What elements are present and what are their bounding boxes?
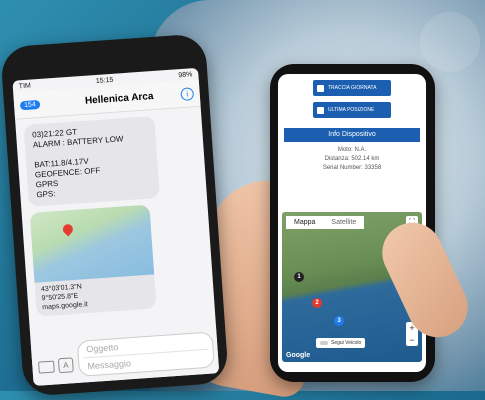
info-moto: Moto: N.A. bbox=[337, 147, 367, 153]
camera-icon[interactable] bbox=[38, 360, 55, 374]
location-card[interactable]: 43°03'01.3"N 9°50'25.8"E maps.google.it bbox=[29, 204, 157, 317]
clock: 15:15 bbox=[95, 76, 114, 85]
messages-screen: TIM 15:15 98% 154 Hellenica Arca i 03)21… bbox=[12, 67, 220, 387]
track-day-button[interactable]: TRACCIA GIORNATA bbox=[313, 80, 391, 96]
google-logo: Google bbox=[286, 352, 311, 359]
compose-box[interactable]: Oggetto Messaggio bbox=[76, 331, 215, 377]
map-marker-2[interactable]: 2 bbox=[312, 298, 322, 308]
composer: A Oggetto Messaggio bbox=[30, 329, 220, 387]
last-position-button[interactable]: ULTIMA POSIZIONE bbox=[313, 102, 391, 118]
battery: 98% bbox=[178, 70, 193, 79]
map-marker-3[interactable]: 3 bbox=[334, 316, 344, 326]
device-info-title: Info Dispositivo bbox=[284, 128, 420, 142]
pin-icon bbox=[317, 106, 324, 114]
map-pin-icon bbox=[60, 222, 75, 237]
follow-vehicle-toggle[interactable]: Segui Veicolo bbox=[316, 338, 366, 348]
info-icon[interactable]: i bbox=[180, 86, 195, 101]
left-phone: TIM 15:15 98% 154 Hellenica Arca i 03)21… bbox=[0, 33, 229, 397]
contact-name: Hellenica Arca bbox=[84, 90, 154, 107]
back-button[interactable]: 154 bbox=[19, 99, 41, 110]
info-serial: Serial Number: 33358 bbox=[322, 165, 382, 171]
map-thumbnail bbox=[29, 204, 155, 283]
tab-map[interactable]: Mappa bbox=[286, 216, 323, 229]
tab-satellite[interactable]: Satellite bbox=[323, 216, 364, 229]
road-icon bbox=[317, 84, 324, 92]
decor-bubble bbox=[420, 12, 480, 72]
map-type-tabs: Mappa Satellite bbox=[286, 216, 365, 229]
toggle-icon bbox=[320, 341, 328, 345]
info-distance: Distanza: 502.14 km bbox=[324, 156, 380, 162]
map-marker-1[interactable]: 1 bbox=[294, 272, 304, 282]
message-bubble: 03)21:22 GT ALARM : BATTERY LOW BAT:11.8… bbox=[23, 115, 160, 207]
app-store-icon[interactable]: A bbox=[57, 357, 74, 374]
carrier: TIM bbox=[18, 82, 32, 90]
